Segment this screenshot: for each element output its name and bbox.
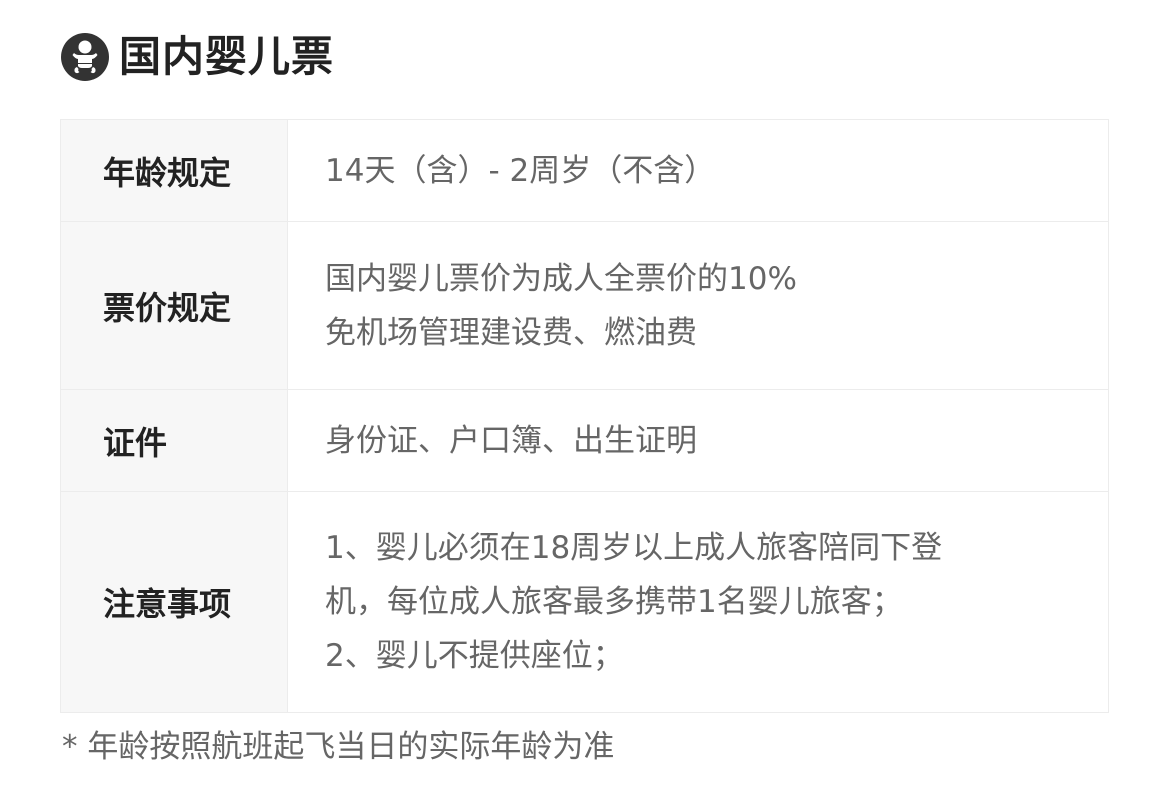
row-label: 证件: [60, 389, 288, 492]
row-label: 年龄规定: [60, 119, 288, 222]
infant-ticket-rules-table: 年龄规定 14天（含）- 2周岁（不含） 票价规定 国内婴儿票价为成人全票价的1…: [60, 119, 1109, 713]
baby-icon: [61, 33, 109, 81]
row-value: 国内婴儿票价为成人全票价的10% 免机场管理建设费、燃油费: [287, 221, 1109, 390]
table-row-age: 年龄规定 14天（含）- 2周岁（不含）: [60, 119, 1109, 222]
value-line: 免机场管理建设费、燃油费: [325, 314, 697, 351]
value-line: 身份证、户口簿、出生证明: [325, 422, 697, 459]
value-line: 机，每位成人旅客最多携带1名婴儿旅客；: [325, 584, 903, 620]
value-line: 2、婴儿不提供座位；: [325, 638, 624, 674]
page-title: 国内婴儿票: [119, 32, 335, 81]
value-line: 14天（含）- 2周岁（不含）: [325, 152, 716, 189]
footnote: * 年龄按照航班起飞当日的实际年龄为准: [62, 729, 615, 765]
value-line: 国内婴儿票价为成人全票价的10%: [325, 260, 797, 297]
section-header: 国内婴儿票: [61, 28, 334, 86]
row-value: 身份证、户口簿、出生证明: [287, 389, 1109, 492]
table-row-notes: 注意事项 1、婴儿必须在18周岁以上成人旅客陪同下登 机，每位成人旅客最多携带1…: [60, 491, 1109, 713]
value-line: 1、婴儿必须在18周岁以上成人旅客陪同下登: [325, 530, 943, 566]
row-label: 注意事项: [60, 491, 288, 713]
table-row-documents: 证件 身份证、户口簿、出生证明: [60, 389, 1109, 492]
table-row-price: 票价规定 国内婴儿票价为成人全票价的10% 免机场管理建设费、燃油费: [60, 221, 1109, 390]
row-label: 票价规定: [60, 221, 288, 390]
row-value: 1、婴儿必须在18周岁以上成人旅客陪同下登 机，每位成人旅客最多携带1名婴儿旅客…: [287, 491, 1109, 713]
row-value: 14天（含）- 2周岁（不含）: [287, 119, 1109, 222]
